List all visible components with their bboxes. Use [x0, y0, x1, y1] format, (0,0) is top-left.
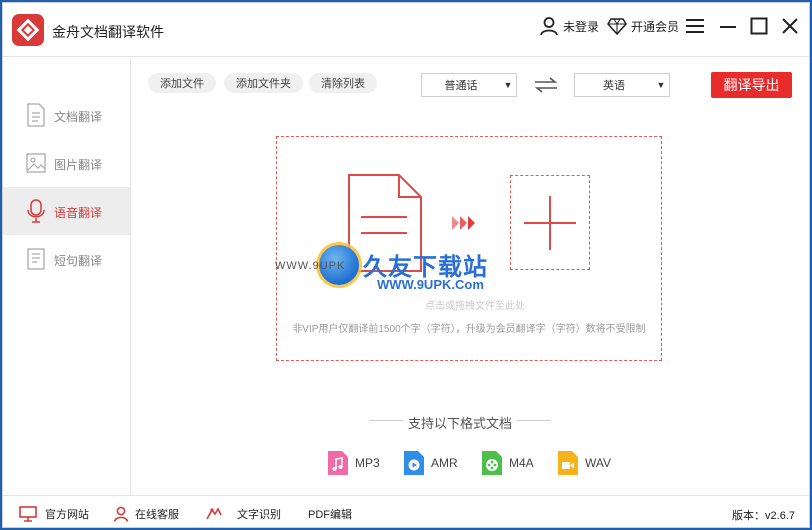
footer-label: 官方网站 [45, 509, 89, 521]
add-folder-button[interactable]: 添加文件夹 [224, 73, 303, 93]
sidebar-item-label: 短句翻译 [54, 254, 103, 268]
watermark-url: WWW.9UPK.Com [377, 277, 484, 292]
swap-languages-button[interactable] [533, 75, 559, 95]
version-label: 版本：v2.6.7 [732, 510, 795, 522]
format-amr: AMR [403, 449, 458, 477]
sidebar-item-label: 语音翻译 [54, 206, 103, 220]
format-mp3: MP3 [327, 449, 380, 477]
minimize-button[interactable] [715, 13, 741, 39]
target-language-select[interactable]: 英语 ▼ [574, 73, 670, 97]
footer-bar: 官方网站 在线客服 文字识别 PDF编辑 版本：v2.6.7 [3, 495, 809, 527]
document-icon [27, 103, 45, 127]
footer-label: 文字识别 [237, 509, 281, 521]
diamond-icon [607, 18, 627, 35]
sidebar-item-sentence[interactable]: 短句翻译 [3, 235, 130, 283]
footer-label: 在线客服 [135, 509, 179, 521]
sidebar-item-image[interactable]: 图片翻译 [3, 139, 130, 187]
add-file-button[interactable]: 添加文件 [148, 73, 216, 93]
login-button[interactable]: 未登录 [539, 15, 599, 37]
video-file-icon [558, 451, 578, 475]
image-icon [26, 153, 46, 173]
sidebar: 文档翻译 图片翻译 语音翻译 短句翻译 [3, 58, 131, 495]
format-wav: WAV [557, 449, 611, 477]
watermark: WWW.9UPK 久友下载站 WWW.9UPK.Com [273, 243, 503, 303]
sidebar-item-label: 文档翻译 [54, 110, 103, 124]
close-icon [782, 18, 798, 34]
chevron-down-icon: ▼ [656, 80, 666, 90]
clear-list-button[interactable]: 清除列表 [309, 73, 377, 93]
swap-arrows-icon [534, 77, 558, 93]
maximize-button[interactable] [746, 13, 772, 39]
ocr-link[interactable]: 文字识别 [205, 505, 281, 523]
music-file-icon [328, 451, 348, 475]
text-lines-icon [27, 248, 45, 270]
menu-button[interactable] [682, 13, 708, 39]
user-icon [540, 17, 558, 36]
source-language-value: 普通话 [444, 80, 478, 92]
format-label: M4A [509, 456, 534, 470]
login-label: 未登录 [563, 19, 600, 34]
app-window: 金舟文档翻译软件 未登录 开通会员 文档翻译 图片翻译 语音翻译 短句翻译 添加… [2, 2, 810, 528]
pdf-edit-link[interactable]: PDF编辑 [308, 505, 352, 523]
title-bar: 金舟文档翻译软件 未登录 开通会员 [3, 3, 809, 57]
online-support-link[interactable]: 在线客服 [113, 505, 179, 523]
monitor-icon [19, 506, 37, 522]
vip-label: 开通会员 [631, 19, 680, 34]
hamburger-icon [686, 19, 704, 33]
minimize-icon [720, 26, 736, 28]
ocr-tool-icon [206, 507, 222, 520]
target-language-value: 英语 [603, 80, 625, 92]
app-title: 金舟文档翻译软件 [52, 24, 164, 40]
chevron-down-icon: ▼ [503, 80, 513, 90]
vip-limit-hint: 非VIP用户仅翻译前1500个字（字符），升级为会员翻译字（字符）数将不受限制 [292, 324, 646, 335]
play-file-icon [404, 451, 424, 475]
add-file-plus-button[interactable] [510, 175, 590, 270]
formats-title: 支持以下格式文档 [407, 416, 512, 431]
sidebar-item-voice[interactable]: 语音翻译 [3, 187, 130, 235]
microphone-icon [27, 199, 45, 223]
footer-label: PDF编辑 [308, 509, 352, 521]
source-language-select[interactable]: 普通话 ▼ [421, 73, 517, 97]
arrow-right-icon [452, 216, 475, 230]
format-label: MP3 [355, 456, 380, 470]
sidebar-item-label: 图片翻译 [54, 158, 103, 172]
maximize-icon [750, 17, 768, 35]
user-support-icon [113, 506, 129, 522]
watermark-url-left: WWW.9UPK [275, 260, 346, 272]
official-website-link[interactable]: 官方网站 [19, 505, 89, 523]
format-m4a: M4A [481, 449, 534, 477]
film-reel-file-icon [482, 451, 502, 475]
translate-export-button[interactable]: 翻译导出 [711, 72, 792, 98]
close-button[interactable] [777, 13, 803, 39]
format-label: AMR [431, 456, 458, 470]
format-label: WAV [585, 456, 611, 470]
vip-button[interactable]: 开通会员 [607, 15, 679, 37]
app-logo-icon [12, 14, 44, 46]
divider [517, 420, 551, 421]
sidebar-item-document[interactable]: 文档翻译 [3, 91, 130, 139]
